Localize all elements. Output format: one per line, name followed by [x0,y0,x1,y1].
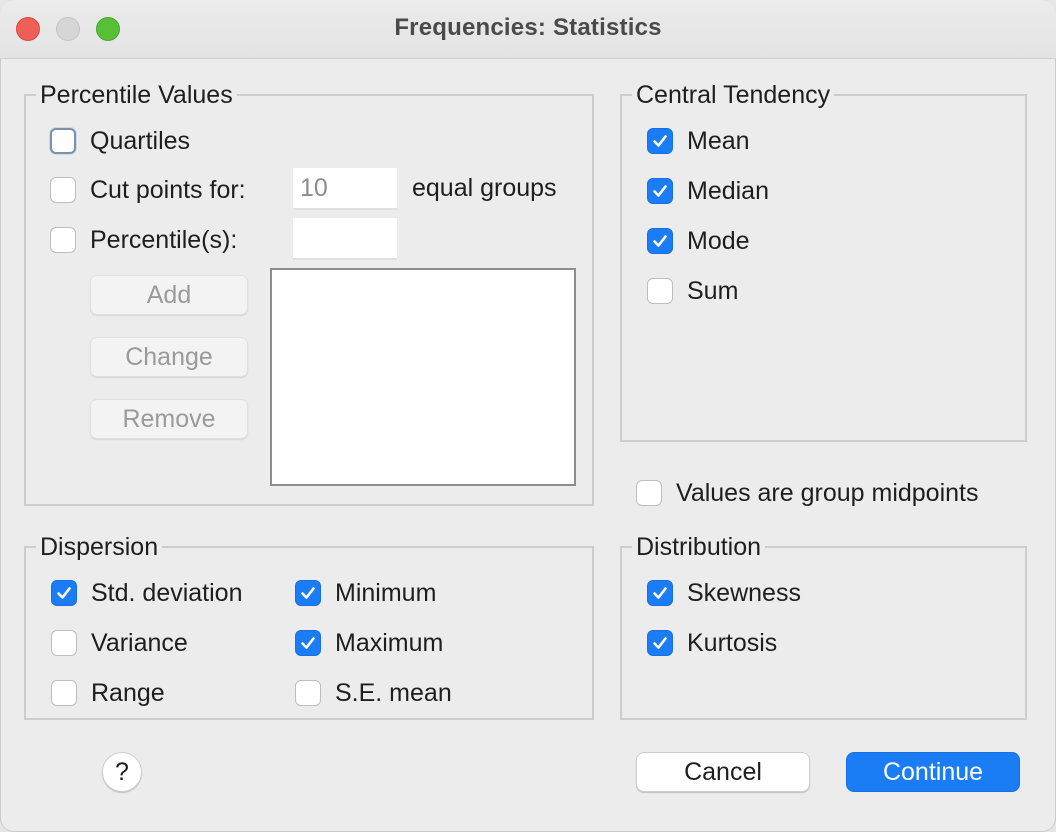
mode-label: Mode [687,226,750,255]
add-button[interactable]: Add [90,275,248,315]
minimum-label: Minimum [335,578,437,607]
variance-checkbox[interactable] [51,630,77,656]
checkmark-icon [653,235,667,247]
sum-checkbox[interactable] [647,278,673,304]
mode-checkbox[interactable] [647,228,673,254]
quartiles-option[interactable]: Quartiles [50,125,190,157]
quartiles-label: Quartiles [90,126,191,155]
percentiles-label: Percentile(s): [90,225,238,254]
change-button[interactable]: Change [90,337,248,377]
minimum-option[interactable]: Minimum [295,577,436,609]
checkmark-icon [653,637,667,649]
central-tendency-legend: Central Tendency [632,81,835,109]
mean-label: Mean [687,126,750,155]
checkmark-icon [301,587,315,599]
window-title: Frequencies: Statistics [394,14,662,41]
std-deviation-option[interactable]: Std. deviation [51,577,243,609]
se-mean-label: S.E. mean [335,678,452,707]
kurtosis-checkbox[interactable] [647,630,673,656]
checkmark-icon [57,587,71,599]
std-deviation-label: Std. deviation [91,578,243,607]
percentile-values-legend: Percentile Values [36,81,237,109]
remove-button[interactable]: Remove [90,399,248,439]
checkmark-icon [653,587,667,599]
checkmark-icon [301,637,315,649]
mean-checkbox[interactable] [647,128,673,154]
variance-label: Variance [91,628,188,657]
group-midpoints-option[interactable]: Values are group midpoints [636,477,979,509]
mode-option[interactable]: Mode [647,225,750,257]
median-checkbox[interactable] [647,178,673,204]
help-button[interactable]: ? [102,752,142,792]
distribution-legend: Distribution [632,533,766,561]
variance-option[interactable]: Variance [51,627,188,659]
range-label: Range [91,678,165,707]
sum-label: Sum [687,276,739,305]
equal-groups-text: equal groups [412,172,557,204]
quartiles-checkbox[interactable] [50,128,76,154]
percentiles-checkbox[interactable] [50,227,76,253]
title-bar[interactable]: Frequencies: Statistics [0,0,1056,59]
percentiles-listbox[interactable] [270,268,576,486]
percentiles-input[interactable] [293,218,397,260]
group-midpoints-checkbox[interactable] [636,480,662,506]
cancel-button[interactable]: Cancel [636,752,810,792]
skewness-label: Skewness [687,578,801,607]
checkmark-icon [653,135,667,147]
percentiles-option[interactable]: Percentile(s): [50,224,237,256]
skewness-checkbox[interactable] [647,580,673,606]
cut-points-input[interactable]: 10 [293,168,397,210]
cut-points-label: Cut points for: [90,175,246,204]
kurtosis-option[interactable]: Kurtosis [647,627,777,659]
skewness-option[interactable]: Skewness [647,577,801,609]
checkmark-icon [653,185,667,197]
maximum-label: Maximum [335,628,444,657]
dialog-window: Frequencies: Statistics Percentile Value… [0,0,1056,832]
group-midpoints-label: Values are group midpoints [676,478,979,507]
continue-button[interactable]: Continue [846,752,1020,792]
std-deviation-checkbox[interactable] [51,580,77,606]
median-label: Median [687,176,769,205]
kurtosis-label: Kurtosis [687,628,778,657]
range-option[interactable]: Range [51,677,165,709]
minimum-checkbox[interactable] [295,580,321,606]
dispersion-legend: Dispersion [36,533,163,561]
equal-groups-label: equal groups [412,173,557,202]
range-checkbox[interactable] [51,680,77,706]
cut-points-option[interactable]: Cut points for: [50,174,246,206]
cut-points-checkbox[interactable] [50,177,76,203]
se-mean-checkbox[interactable] [295,680,321,706]
median-option[interactable]: Median [647,175,769,207]
sum-option[interactable]: Sum [647,275,738,307]
se-mean-option[interactable]: S.E. mean [295,677,452,709]
maximum-checkbox[interactable] [295,630,321,656]
mean-option[interactable]: Mean [647,125,750,157]
maximum-option[interactable]: Maximum [295,627,443,659]
